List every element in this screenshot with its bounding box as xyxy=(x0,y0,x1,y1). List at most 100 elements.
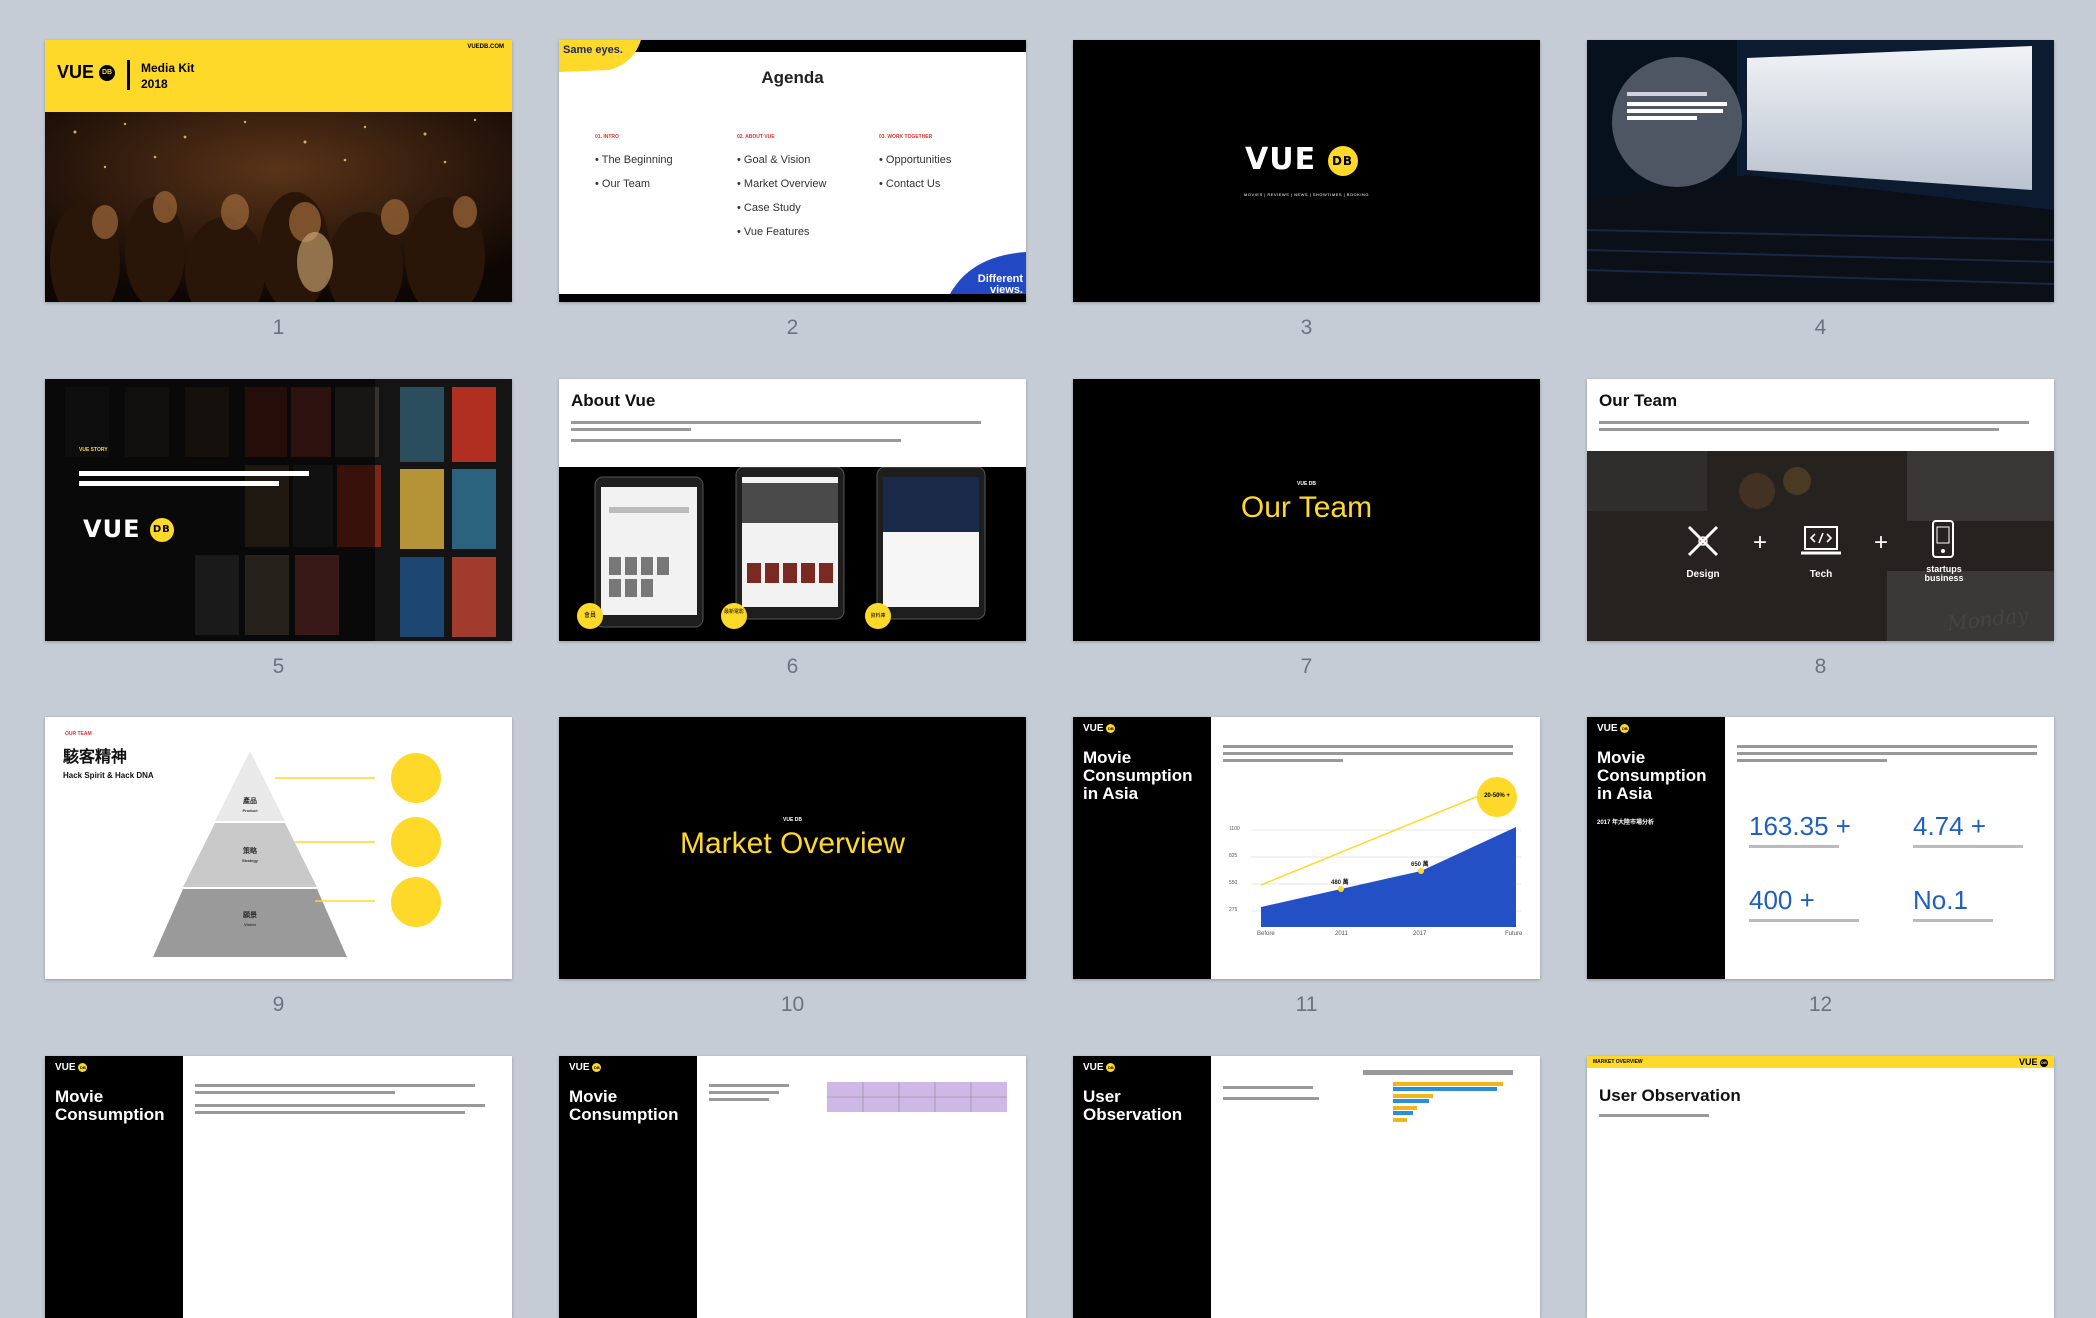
x-tick: Before xyxy=(1257,931,1275,937)
callout-pin-2: 最新電影 xyxy=(721,603,747,629)
agenda-item: Market Overview xyxy=(743,178,827,190)
slide-thumbnail-4[interactable] xyxy=(1587,40,2054,302)
tablet-mockups xyxy=(594,466,986,628)
slide-number-6: 6 xyxy=(786,655,799,678)
story-label: VUE STORY xyxy=(79,447,108,453)
slide-thumbnail-3[interactable]: VUE DB MOVIES | REVIEWS | NEWS | SHOWTIM… xyxy=(1073,40,1540,302)
slide-thumbnail-14[interactable]: VUE DB Movie Consumption xyxy=(559,1056,1026,1318)
slide-subtitle: Hack Spirit & Hack DNA xyxy=(63,771,154,780)
screens-panel: 會員 最新電影 資料庫 xyxy=(559,466,1026,641)
brand-logo: VUE DB xyxy=(1083,1062,1116,1073)
slide-year: 2018 xyxy=(141,77,168,91)
slide-number-10: 10 xyxy=(780,993,805,1016)
slide-thumbnail-16[interactable]: MARKET OVERVIEW VUE DB User Observation xyxy=(1587,1056,2054,1318)
kicker: VUE DB xyxy=(1297,481,1316,487)
slide-title: Our Team xyxy=(1240,491,1373,524)
plus-sign: + xyxy=(1874,529,1889,556)
brand-logo: VUE DB xyxy=(83,515,174,543)
y-tick: 1100 xyxy=(1229,826,1240,832)
slide-thumbnail-6[interactable]: About Vue 會員 最新電影 資料庫 xyxy=(559,379,1026,641)
body-text xyxy=(571,421,991,442)
circle-callout-3 xyxy=(391,877,441,927)
agenda-column-1: 01. INTRO • The Beginning • Our Team xyxy=(595,134,735,196)
slide-title: User Observation xyxy=(1083,1087,1183,1124)
layer-label-middle: 策略 Strategy xyxy=(241,848,258,863)
slide-number-2: 2 xyxy=(786,316,799,339)
slide-title: About Vue xyxy=(571,391,656,410)
slide-thumbnail-8[interactable]: Our Team Design + Tech + startups busine… xyxy=(1587,379,2054,641)
y-tick: 275 xyxy=(1229,907,1238,913)
y-tick: 825 xyxy=(1229,853,1238,859)
circle-callout-2 xyxy=(391,817,441,867)
slide-thumbnail-5[interactable]: VUE STORY VUE DB xyxy=(45,379,512,641)
agenda-item: Opportunities xyxy=(885,154,952,166)
cinema-hall-image xyxy=(1587,40,2054,302)
stat-caption xyxy=(1913,919,1993,922)
layer-label-bottom: 願景 Vision xyxy=(243,912,257,927)
story-text xyxy=(79,471,329,486)
layer-label-top: 產品 Product xyxy=(242,798,258,813)
role-label: Design xyxy=(1686,569,1720,580)
slide-title: 駭客精神 xyxy=(63,749,128,766)
slide-number-12: 12 xyxy=(1808,993,1833,1016)
body-text xyxy=(709,1084,789,1101)
agenda-list: • The Beginning • Our Team xyxy=(595,154,673,190)
x-tick: Future xyxy=(1505,931,1523,937)
bullet-text xyxy=(1223,1086,1323,1100)
slide-number-8: 8 xyxy=(1814,655,1827,678)
agenda-item: Goal & Vision xyxy=(743,154,811,166)
agenda-list: • Opportunities • Contact Us xyxy=(879,154,952,190)
slide-number-7: 7 xyxy=(1300,655,1313,678)
slide-number-3: 3 xyxy=(1300,316,1313,339)
body-text xyxy=(1599,1114,1709,1117)
slide-thumbnail-1[interactable]: VUE DB Media Kit 2018 VUEDB.COM xyxy=(45,40,512,302)
stat-caption xyxy=(1913,845,2023,848)
point-label: 650 萬 xyxy=(1411,862,1429,868)
stat-value: 400 + xyxy=(1749,885,1815,915)
brand-logo: VUE DB xyxy=(1245,142,1358,177)
slide-thumbnail-7[interactable]: VUE DB Our Team xyxy=(1073,379,1540,641)
kicker: VUE DB xyxy=(783,817,802,823)
agenda-column-2: 02. ABOUT VUE • Goal & Vision • Market O… xyxy=(737,134,877,244)
callout-pin-1: 會員 xyxy=(577,603,603,629)
top-band xyxy=(1587,1056,2054,1068)
role-label: startups business xyxy=(1924,564,1964,583)
site-label: VUEDB.COM xyxy=(467,44,504,50)
slide-thumbnail-12[interactable]: VUE DB Movie Consumption in Asia 2017 年大… xyxy=(1587,717,2054,979)
data-table xyxy=(827,1082,1007,1112)
stat-caption xyxy=(1749,845,1839,848)
slide-number-1: 1 xyxy=(272,316,285,339)
slide-title: Media Kit xyxy=(141,61,195,75)
y-tick: 550 xyxy=(1229,880,1238,886)
corner-label: Different views. xyxy=(977,273,1023,296)
pencil-ruler-icon xyxy=(1683,521,1723,561)
point-label: 480 萬 xyxy=(1331,880,1349,886)
role-label: Tech xyxy=(1809,569,1833,580)
slide-title: User Observation xyxy=(1599,1086,1741,1105)
slide-subtitle: 2017 年大陸市場分析 xyxy=(1597,820,1655,826)
slide-thumbnail-13[interactable]: VUE DB Movie Consumption xyxy=(45,1056,512,1318)
code-laptop-icon xyxy=(1801,525,1841,557)
slide-thumbnail-10[interactable]: VUE DB Market Overview xyxy=(559,717,1026,979)
slide-number-5: 5 xyxy=(272,655,285,678)
body-text xyxy=(195,1084,495,1114)
horizontal-bar-chart xyxy=(1363,1070,1513,1122)
slide-number-9: 9 xyxy=(272,993,285,1016)
plus-sign: + xyxy=(1753,529,1768,556)
stat-value: 163.35 + xyxy=(1749,811,1851,841)
brand-logo: VUE DB xyxy=(569,1062,602,1073)
slide-number-11: 11 xyxy=(1295,993,1318,1016)
stat-caption xyxy=(1749,919,1859,922)
agenda-list: • Goal & Vision • Market Overview • Case… xyxy=(737,154,827,238)
slide-thumbnail-9[interactable]: OUR TEAM 駭客精神 Hack Spirit & Hack DNA 產品 P… xyxy=(45,717,512,979)
slide-thumbnail-11[interactable]: VUE DB Movie Consumption in Asia 20-50% … xyxy=(1073,717,1540,979)
slide-thumbnail-2[interactable]: Same eyes. Agenda 01. INTRO • The Beginn… xyxy=(559,40,1026,302)
slide-thumbnail-15[interactable]: VUE DB User Observation xyxy=(1073,1056,1540,1318)
brand-logo: VUE DB xyxy=(55,1062,88,1073)
column-heading: 01. INTRO xyxy=(595,134,619,140)
agenda-item: Case Study xyxy=(743,202,801,214)
circle-callout-1 xyxy=(391,753,441,803)
agenda-item: The Beginning xyxy=(601,154,673,166)
title-block: Media Kit 2018 xyxy=(141,60,194,92)
brand-logo: VUE DB xyxy=(57,62,116,83)
